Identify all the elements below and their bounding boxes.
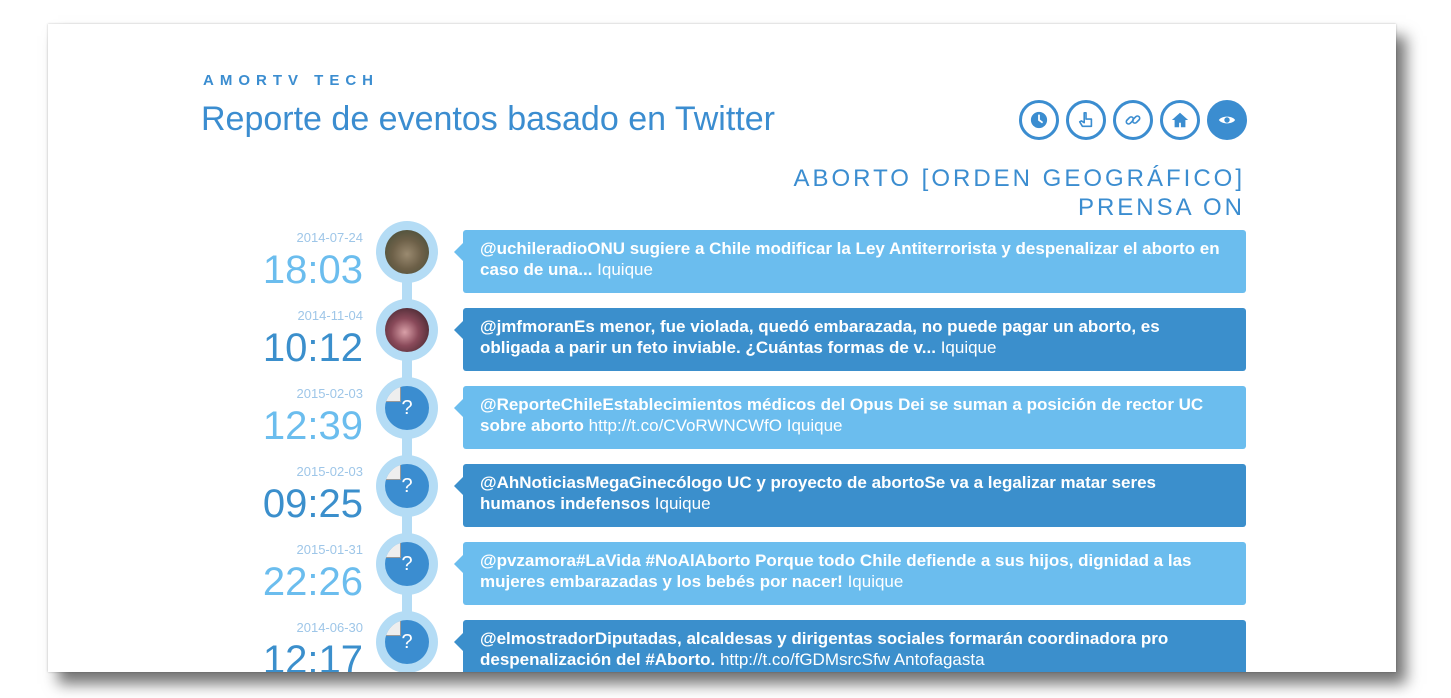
- report-card: AMORTV TECH Reporte de eventos basado en…: [48, 24, 1396, 672]
- avatar-placeholder: ?: [401, 552, 413, 575]
- broken-image-icon: [385, 464, 401, 480]
- event-time: 18:03: [262, 248, 363, 292]
- avatar[interactable]: [385, 308, 429, 352]
- avatar[interactable]: ?: [385, 620, 429, 664]
- event-date: 2015-01-31: [296, 542, 364, 557]
- event-date: 2014-06-30: [296, 620, 364, 635]
- tweet-bubble[interactable]: @jmfmoranEs menor, fue violada, quedó em…: [454, 308, 1246, 371]
- eye-icon[interactable]: [1207, 100, 1247, 140]
- broken-image-icon: [385, 386, 401, 402]
- home-icon[interactable]: [1160, 100, 1200, 140]
- event-time: 12:17: [262, 638, 363, 672]
- tweet-bubble[interactable]: @pvzamora#LaVida #NoAlAborto Porque todo…: [454, 542, 1246, 605]
- event-date: 2014-11-04: [297, 308, 363, 323]
- subtitle-filter: PRENSA ON: [1077, 194, 1245, 221]
- hand-pointer-icon[interactable]: [1066, 100, 1106, 140]
- tweet-location: Iquique: [786, 416, 843, 435]
- broken-image-icon: [385, 542, 401, 558]
- tweet-text: @AhNoticiasMegaGinecólogo UC y proyecto …: [480, 473, 1157, 513]
- tweet-location: Iquique: [940, 338, 997, 357]
- page-title: Reporte de eventos basado en Twitter: [201, 100, 775, 138]
- avatar[interactable]: ?: [385, 464, 429, 508]
- tweet-location: Iquique: [847, 572, 904, 591]
- event-time: 10:12: [262, 326, 363, 370]
- tweet-location: Iquique: [654, 494, 711, 513]
- timeline-event: 2014-11-04 10:12 @jmfmoranEs menor, fue vi…: [48, 299, 1396, 371]
- avatar-placeholder: ?: [401, 474, 413, 497]
- timeline-line: [402, 224, 412, 672]
- tweet-text: @jmfmoranEs menor, fue violada, quedó em…: [480, 317, 1160, 357]
- event-date: 2015-02-03: [296, 464, 364, 479]
- brand-label: AMORTV TECH: [203, 72, 379, 89]
- tweet-text: @uchileradioONU sugiere a Chile modifica…: [480, 239, 1220, 279]
- event-time: 12:39: [262, 404, 363, 448]
- tweet-location: Iquique: [597, 260, 653, 279]
- avatar[interactable]: ?: [385, 386, 429, 430]
- avatar[interactable]: [385, 230, 429, 274]
- tweet-text: @pvzamora#LaVida #NoAlAborto Porque todo…: [480, 551, 1192, 591]
- tweet-bubble[interactable]: @ReporteChileEstablecimientos médicos de…: [454, 386, 1246, 449]
- tweet-bubble[interactable]: @AhNoticiasMegaGinecólogo UC y proyecto …: [454, 464, 1246, 527]
- subtitle-topic: ABORTO [ORDEN GEOGRÁFICO]: [793, 165, 1245, 192]
- timeline-event: 2015-02-03 12:39? @ReporteChileEstablecimi…: [48, 377, 1396, 449]
- nav-icons: [1019, 100, 1247, 140]
- timeline-event: 2015-01-31 22:26? @pvzamora#LaVida #NoAlAb…: [48, 533, 1396, 605]
- avatar-placeholder: ?: [401, 630, 413, 653]
- tweet-link[interactable]: http://t.co/CVoRWNCWfO: [589, 416, 782, 435]
- tweet-link[interactable]: http://t.co/fGDMsrcSfw: [720, 650, 890, 669]
- tweet-bubble[interactable]: @elmostradorDiputadas, alcaldesas y diri…: [454, 620, 1246, 672]
- avatar[interactable]: ?: [385, 542, 429, 586]
- tweet-bubble[interactable]: @uchileradioONU sugiere a Chile modifica…: [454, 230, 1246, 293]
- timeline-event: 2014-06-30 12:17? @elmostradorDiputadas, a…: [48, 611, 1396, 672]
- link-icon[interactable]: [1113, 100, 1153, 140]
- clock-icon[interactable]: [1019, 100, 1059, 140]
- event-time: 22:26: [262, 560, 363, 604]
- avatar-placeholder: ?: [401, 396, 413, 419]
- timeline-event: 2015-02-03 09:25? @AhNoticiasMegaGinecólog…: [48, 455, 1396, 527]
- event-date: 2015-02-03: [296, 386, 364, 401]
- timeline-event: 2014-07-24 18:03 @uchileradioONU sugiere a…: [48, 221, 1396, 293]
- report-subtitle: ABORTO [ORDEN GEOGRÁFICO] PRENSA ON: [794, 164, 1246, 222]
- tweet-location: Antofagasta: [893, 650, 985, 669]
- event-time: 09:25: [262, 482, 363, 526]
- broken-image-icon: [385, 620, 401, 636]
- event-date: 2014-07-24: [296, 230, 364, 245]
